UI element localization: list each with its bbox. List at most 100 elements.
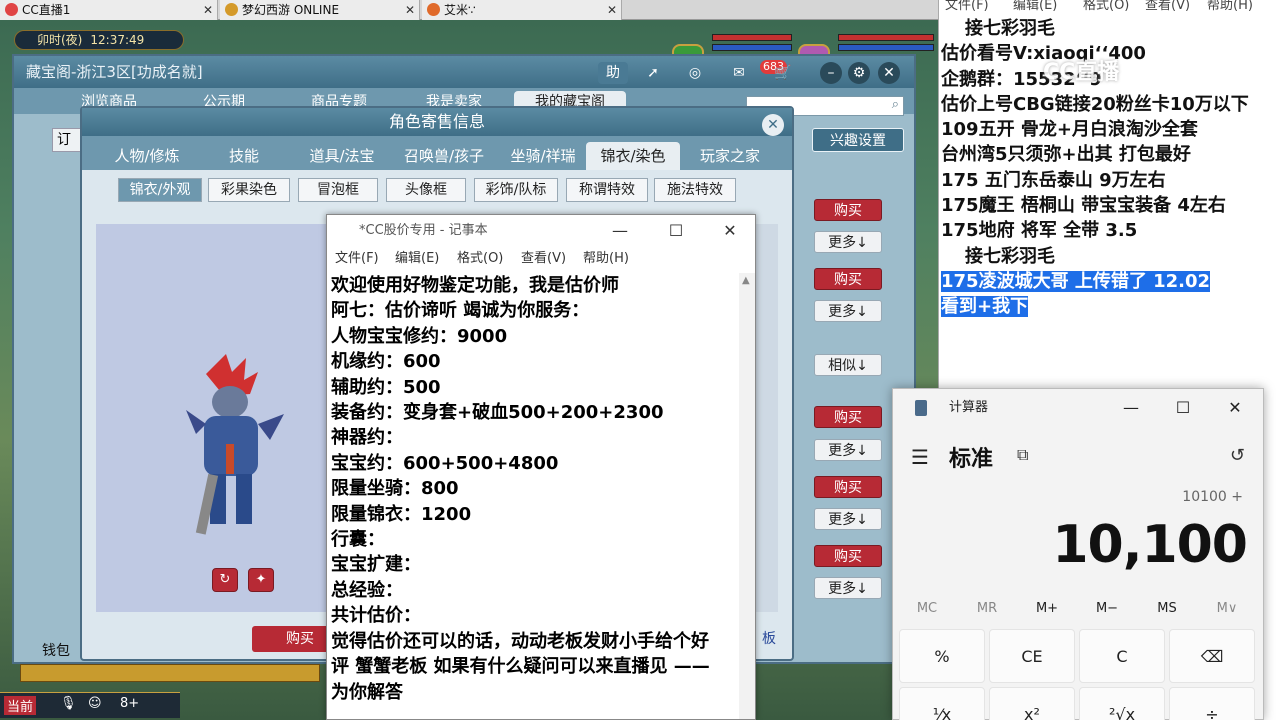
buy-button[interactable]: 购买	[814, 476, 882, 498]
tab-home[interactable]: 玩家之家	[682, 142, 778, 170]
browser-tab-cc[interactable]: CC直播1 ✕	[0, 0, 218, 20]
more-button[interactable]: 更多↓	[814, 439, 882, 461]
menu-icon[interactable]: ☰	[911, 445, 929, 469]
game-icon	[427, 3, 440, 16]
chat-menu: 文件(F) 编辑(E) 格式(O) 查看(V) 帮助(H)	[939, 0, 1280, 13]
reciprocal-key[interactable]: ¹⁄x	[899, 687, 985, 720]
game-toolbar[interactable]	[20, 664, 320, 682]
menu-help[interactable]: 帮助(H)	[1207, 0, 1253, 13]
menu-format[interactable]: 格式(O)	[1083, 0, 1129, 13]
subtab-cast-effect[interactable]: 施法特效	[654, 178, 736, 202]
menu-file[interactable]: 文件(F)	[945, 0, 989, 13]
tab-character[interactable]: 人物/修炼	[100, 142, 194, 170]
tab-mounts[interactable]: 坐骑/祥瑞	[496, 142, 590, 170]
subtab-avatar-frame[interactable]: 头像框	[386, 178, 466, 202]
chat-line-text: 175魔王 梧桐山 带宝宝装备 4左右	[941, 195, 1226, 217]
link-text[interactable]: 板	[762, 628, 776, 648]
close-icon[interactable]: ✕	[203, 0, 213, 20]
menu-file[interactable]: 文件(F)	[335, 249, 379, 269]
divide-key[interactable]: ÷	[1169, 687, 1255, 720]
browser-tab-game[interactable]: 梦幻西游 ONLINE ✕	[220, 0, 420, 20]
chat-channel-bar: 当前 🎙 ☺ 8+	[0, 692, 180, 718]
minimize-button[interactable]: —	[597, 215, 643, 247]
gear-icon[interactable]: ⚙	[848, 62, 870, 84]
menu-edit[interactable]: 编辑(E)	[1013, 0, 1057, 13]
chat-line-text: 175地府 将军 全带 3.5	[941, 220, 1138, 242]
channel-current[interactable]: 当前	[4, 696, 37, 715]
notepad-menu: 文件(F) 编辑(E) 格式(O) 查看(V) 帮助(H)	[327, 249, 755, 269]
maximize-button[interactable]: ☐	[1157, 389, 1209, 427]
rotate-icon[interactable]: ↻	[212, 568, 238, 592]
help-button[interactable]: 助	[598, 62, 628, 84]
sqrt-key[interactable]: ²√x	[1079, 687, 1165, 720]
backspace-key[interactable]: ⌫	[1169, 629, 1255, 683]
scroll-up-icon[interactable]: ▲	[742, 275, 750, 286]
memory-add[interactable]: M+	[1019, 601, 1075, 616]
memory-subtract[interactable]: M−	[1079, 601, 1135, 616]
notepad-scrollbar[interactable]: ▲	[739, 273, 755, 719]
memory-store[interactable]: MS	[1139, 601, 1195, 616]
memory-clear[interactable]: MC	[899, 601, 955, 616]
calculator-window: 计算器 — ☐ ✕ ☰ 标准 ⧉ ↺ 10100 + 10,100 MC MR …	[892, 388, 1264, 720]
more-button[interactable]: 更多↓	[814, 508, 882, 530]
more-button[interactable]: 更多↓	[814, 231, 882, 253]
close-icon[interactable]: ✕	[607, 0, 617, 20]
clear-key[interactable]: C	[1079, 629, 1165, 683]
subtab-appearance[interactable]: 锦衣/外观	[118, 178, 202, 202]
browser-tab-aimi[interactable]: 艾米∵ ✕	[422, 0, 622, 20]
minimize-icon[interactable]: –	[820, 62, 842, 84]
wallet-label[interactable]: 钱包	[42, 640, 70, 660]
memory-recall[interactable]: MR	[959, 601, 1015, 616]
tab-items[interactable]: 道具/法宝	[294, 142, 390, 170]
keep-on-top-icon[interactable]: ⧉	[1017, 445, 1028, 465]
subtab-bubble[interactable]: 冒泡框	[298, 178, 378, 202]
character-model	[186, 354, 284, 535]
close-icon[interactable]: ✕	[878, 62, 900, 84]
menu-format[interactable]: 格式(O)	[457, 249, 503, 269]
menu-view[interactable]: 查看(V)	[521, 249, 566, 269]
tab-skills[interactable]: 技能	[202, 142, 286, 170]
close-button[interactable]: ✕	[1209, 389, 1261, 427]
buy-button[interactable]: 购买	[814, 268, 882, 290]
search-icon[interactable]: ⌕	[892, 97, 899, 112]
chat-line-selected: 175凌波城大哥 上传错了 12.02	[941, 269, 1279, 294]
share-icon[interactable]: ➚	[642, 62, 664, 84]
buy-button[interactable]: 购买	[814, 545, 882, 567]
interest-settings-button[interactable]: 兴趣设置	[812, 128, 904, 152]
tab-summons[interactable]: 召唤兽/孩子	[392, 142, 496, 170]
text-line: 为你解答	[331, 681, 403, 703]
close-button[interactable]: ✕	[707, 215, 753, 247]
message-icon[interactable]: ✉	[728, 62, 750, 84]
percent-key[interactable]: %	[899, 629, 985, 683]
subtab-title-effect[interactable]: 称谓特效	[566, 178, 648, 202]
subtab-dye[interactable]: 彩果染色	[208, 178, 290, 202]
text-line: 机缘约：600	[331, 351, 441, 373]
settings-icon[interactable]: ◎	[684, 62, 706, 84]
more-button[interactable]: 更多↓	[814, 577, 882, 599]
buy-button[interactable]: 购买	[814, 199, 882, 221]
similar-button[interactable]: 相似↓	[814, 354, 882, 376]
minimize-button[interactable]: —	[1105, 389, 1157, 427]
close-icon[interactable]: ✕	[762, 114, 784, 136]
subtab-decor[interactable]: 彩饰/队标	[474, 178, 558, 202]
clock-time: 12:37:49	[90, 33, 145, 47]
notepad-text-area[interactable]: 欢迎使用好物鉴定功能，我是估价师 阿七：估价谛听 竭诚为你服务： 人物宝宝修约：…	[331, 273, 731, 719]
history-icon[interactable]: ↺	[1230, 445, 1245, 466]
memory-list[interactable]: M∨	[1199, 601, 1255, 616]
more-button[interactable]: 更多↓	[814, 300, 882, 322]
square-key[interactable]: x²	[989, 687, 1075, 720]
sub-tabs: 锦衣/外观 彩果染色 冒泡框 头像框 彩饰/队标 称谓特效 施法特效	[112, 178, 792, 206]
tab-outfits[interactable]: 锦衣/染色	[586, 142, 680, 170]
buy-button[interactable]: 购买	[814, 406, 882, 428]
menu-help[interactable]: 帮助(H)	[583, 249, 629, 269]
menu-edit[interactable]: 编辑(E)	[395, 249, 439, 269]
menu-view[interactable]: 查看(V)	[1145, 0, 1190, 13]
action-icon[interactable]: ✦	[248, 568, 274, 592]
maximize-button[interactable]: ☐	[653, 215, 699, 247]
emoji-icon[interactable]: ☺	[88, 696, 102, 711]
close-icon[interactable]: ✕	[405, 0, 415, 20]
clear-entry-key[interactable]: CE	[989, 629, 1075, 683]
cart-icon[interactable]: 🛒	[772, 62, 794, 84]
chat-line-text: 175 五门东岳泰山 9万左右	[941, 169, 1166, 191]
mic-icon[interactable]: 🎙	[60, 696, 77, 711]
